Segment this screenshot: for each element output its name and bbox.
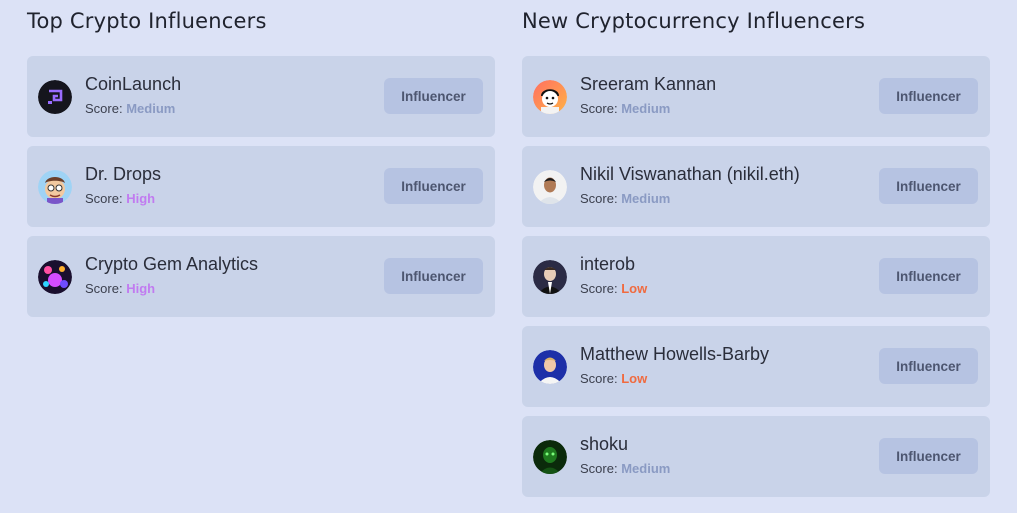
influencer-name: Sreeram Kannan	[580, 74, 717, 94]
influencer-card[interactable]: Crypto Gem Analytics Score: High Influen…	[27, 236, 495, 317]
influencer-card[interactable]: interob Score: Low Influencer	[522, 236, 990, 317]
influencer-name: interob	[580, 254, 636, 274]
score-label: Score:	[580, 461, 618, 476]
person-photo-icon	[533, 260, 567, 294]
score-value: Medium	[126, 101, 176, 116]
score-label: Score:	[85, 191, 123, 206]
influencer-name: Matthew Howells-Barby	[580, 344, 770, 364]
influencer-badge-button[interactable]: Influencer	[879, 258, 978, 294]
cartoon-portrait-icon	[533, 80, 567, 114]
cartoon-avatar-icon	[38, 170, 72, 204]
influencer-badge-button[interactable]: Influencer	[879, 348, 978, 384]
influencer-name: CoinLaunch	[85, 74, 182, 94]
influencer-score: Score: Medium	[580, 461, 670, 476]
influencer-card[interactable]: CoinLaunch Score: Medium Influencer	[27, 56, 495, 137]
score-label: Score:	[580, 281, 618, 296]
influencer-badge-button[interactable]: Influencer	[879, 438, 978, 474]
influencer-name: shoku	[580, 434, 629, 454]
green-portrait-icon	[533, 440, 567, 474]
score-value: High	[126, 281, 156, 296]
influencer-score: Score: Medium	[580, 191, 670, 206]
influencer-card[interactable]: Matthew Howells-Barby Score: Low Influen…	[522, 326, 990, 407]
score-label: Score:	[580, 101, 618, 116]
score-label: Score:	[580, 371, 618, 386]
coinlaunch-logo-icon	[38, 80, 72, 114]
influencer-score: Score: Low	[580, 281, 647, 296]
section-title: New Cryptocurrency Influencers	[522, 9, 866, 33]
score-label: Score:	[85, 101, 123, 116]
influencer-score: Score: High	[85, 191, 155, 206]
person-photo-icon	[533, 350, 567, 384]
section-title: Top Crypto Influencers	[27, 9, 267, 33]
person-photo-icon	[533, 170, 567, 204]
score-value: Medium	[621, 461, 671, 476]
score-value: Medium	[621, 191, 671, 206]
score-value: Low	[621, 281, 648, 296]
score-value: High	[126, 191, 156, 206]
score-label: Score:	[580, 191, 618, 206]
influencer-badge-button[interactable]: Influencer	[384, 258, 483, 294]
influencer-badge-button[interactable]: Influencer	[384, 78, 483, 114]
influencer-score: Score: Low	[580, 371, 647, 386]
influencer-card[interactable]: Dr. Drops Score: High Influencer	[27, 146, 495, 227]
influencer-card[interactable]: Sreeram Kannan Score: Medium Influencer	[522, 56, 990, 137]
influencer-list: Sreeram Kannan Score: Medium Influencer …	[522, 56, 990, 506]
influencer-name: Crypto Gem Analytics	[85, 254, 259, 274]
influencer-list: CoinLaunch Score: Medium Influencer Dr. …	[27, 56, 495, 326]
influencer-name: Dr. Drops	[85, 164, 162, 184]
influencer-badge-button[interactable]: Influencer	[879, 78, 978, 114]
influencer-score: Score: Medium	[85, 101, 175, 116]
influencer-card[interactable]: shoku Score: Medium Influencer	[522, 416, 990, 497]
score-value: Medium	[621, 101, 671, 116]
influencer-badge-button[interactable]: Influencer	[384, 168, 483, 204]
score-value: Low	[621, 371, 648, 386]
influencer-badge-button[interactable]: Influencer	[879, 168, 978, 204]
influencer-score: Score: High	[85, 281, 155, 296]
influencer-name: Nikil Viswanathan (nikil.eth)	[580, 164, 800, 184]
influencer-score: Score: Medium	[580, 101, 670, 116]
influencer-card[interactable]: Nikil Viswanathan (nikil.eth) Score: Med…	[522, 146, 990, 227]
gem-avatar-icon	[38, 260, 72, 294]
score-label: Score:	[85, 281, 123, 296]
